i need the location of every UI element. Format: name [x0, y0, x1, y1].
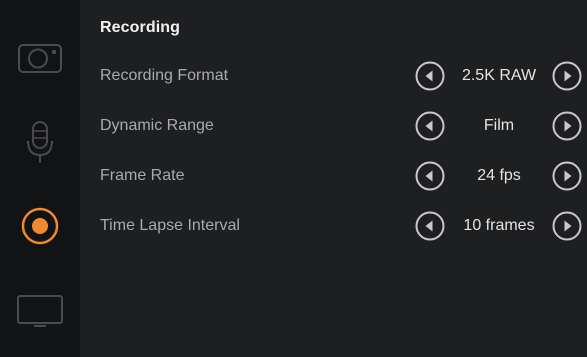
setting-row-frame-rate: Frame Rate 24 fps: [80, 157, 587, 197]
setting-value: 24 fps: [477, 167, 521, 184]
sidebar-item-audio[interactable]: [0, 113, 80, 173]
previous-value-button[interactable]: [415, 111, 445, 141]
setting-value: 10 frames: [463, 217, 535, 234]
chevron-right-icon: [552, 161, 582, 191]
next-value-button[interactable]: [552, 161, 582, 191]
chevron-left-icon: [415, 211, 445, 241]
sidebar-item-camera[interactable]: [0, 27, 80, 87]
chevron-right-icon: [552, 61, 582, 91]
next-value-button[interactable]: [552, 61, 582, 91]
setting-row-dynamic-range: Dynamic Range Film: [80, 107, 587, 147]
sidebar: [0, 0, 80, 357]
camera-icon: [18, 44, 62, 73]
setting-label: Time Lapse Interval: [100, 217, 240, 234]
previous-value-button[interactable]: [415, 61, 445, 91]
section-title: Recording: [100, 19, 181, 36]
settings-screen: Recording Recording Format 2.5K RAW Dyna…: [0, 0, 587, 357]
chevron-right-icon: [552, 111, 582, 141]
chevron-left-icon: [415, 61, 445, 91]
previous-value-button[interactable]: [415, 211, 445, 241]
recording-settings-panel: Recording Recording Format 2.5K RAW Dyna…: [80, 0, 587, 357]
setting-label: Dynamic Range: [100, 117, 214, 134]
setting-label: Frame Rate: [100, 167, 185, 184]
chevron-left-icon: [415, 161, 445, 191]
microphone-icon: [27, 121, 53, 163]
sidebar-item-record[interactable]: [0, 196, 80, 256]
chevron-left-icon: [415, 111, 445, 141]
chevron-right-icon: [552, 211, 582, 241]
sidebar-item-monitor[interactable]: [0, 281, 80, 341]
monitor-icon: [17, 295, 63, 327]
setting-row-recording-format: Recording Format 2.5K RAW: [80, 57, 587, 97]
setting-label: Recording Format: [100, 67, 229, 84]
setting-value: Film: [483, 117, 515, 134]
setting-row-time-lapse-interval: Time Lapse Interval 10 frames: [80, 207, 587, 247]
setting-value: 2.5K RAW: [461, 67, 537, 84]
next-value-button[interactable]: [552, 111, 582, 141]
next-value-button[interactable]: [552, 211, 582, 241]
previous-value-button[interactable]: [415, 161, 445, 191]
record-icon: [21, 207, 59, 245]
